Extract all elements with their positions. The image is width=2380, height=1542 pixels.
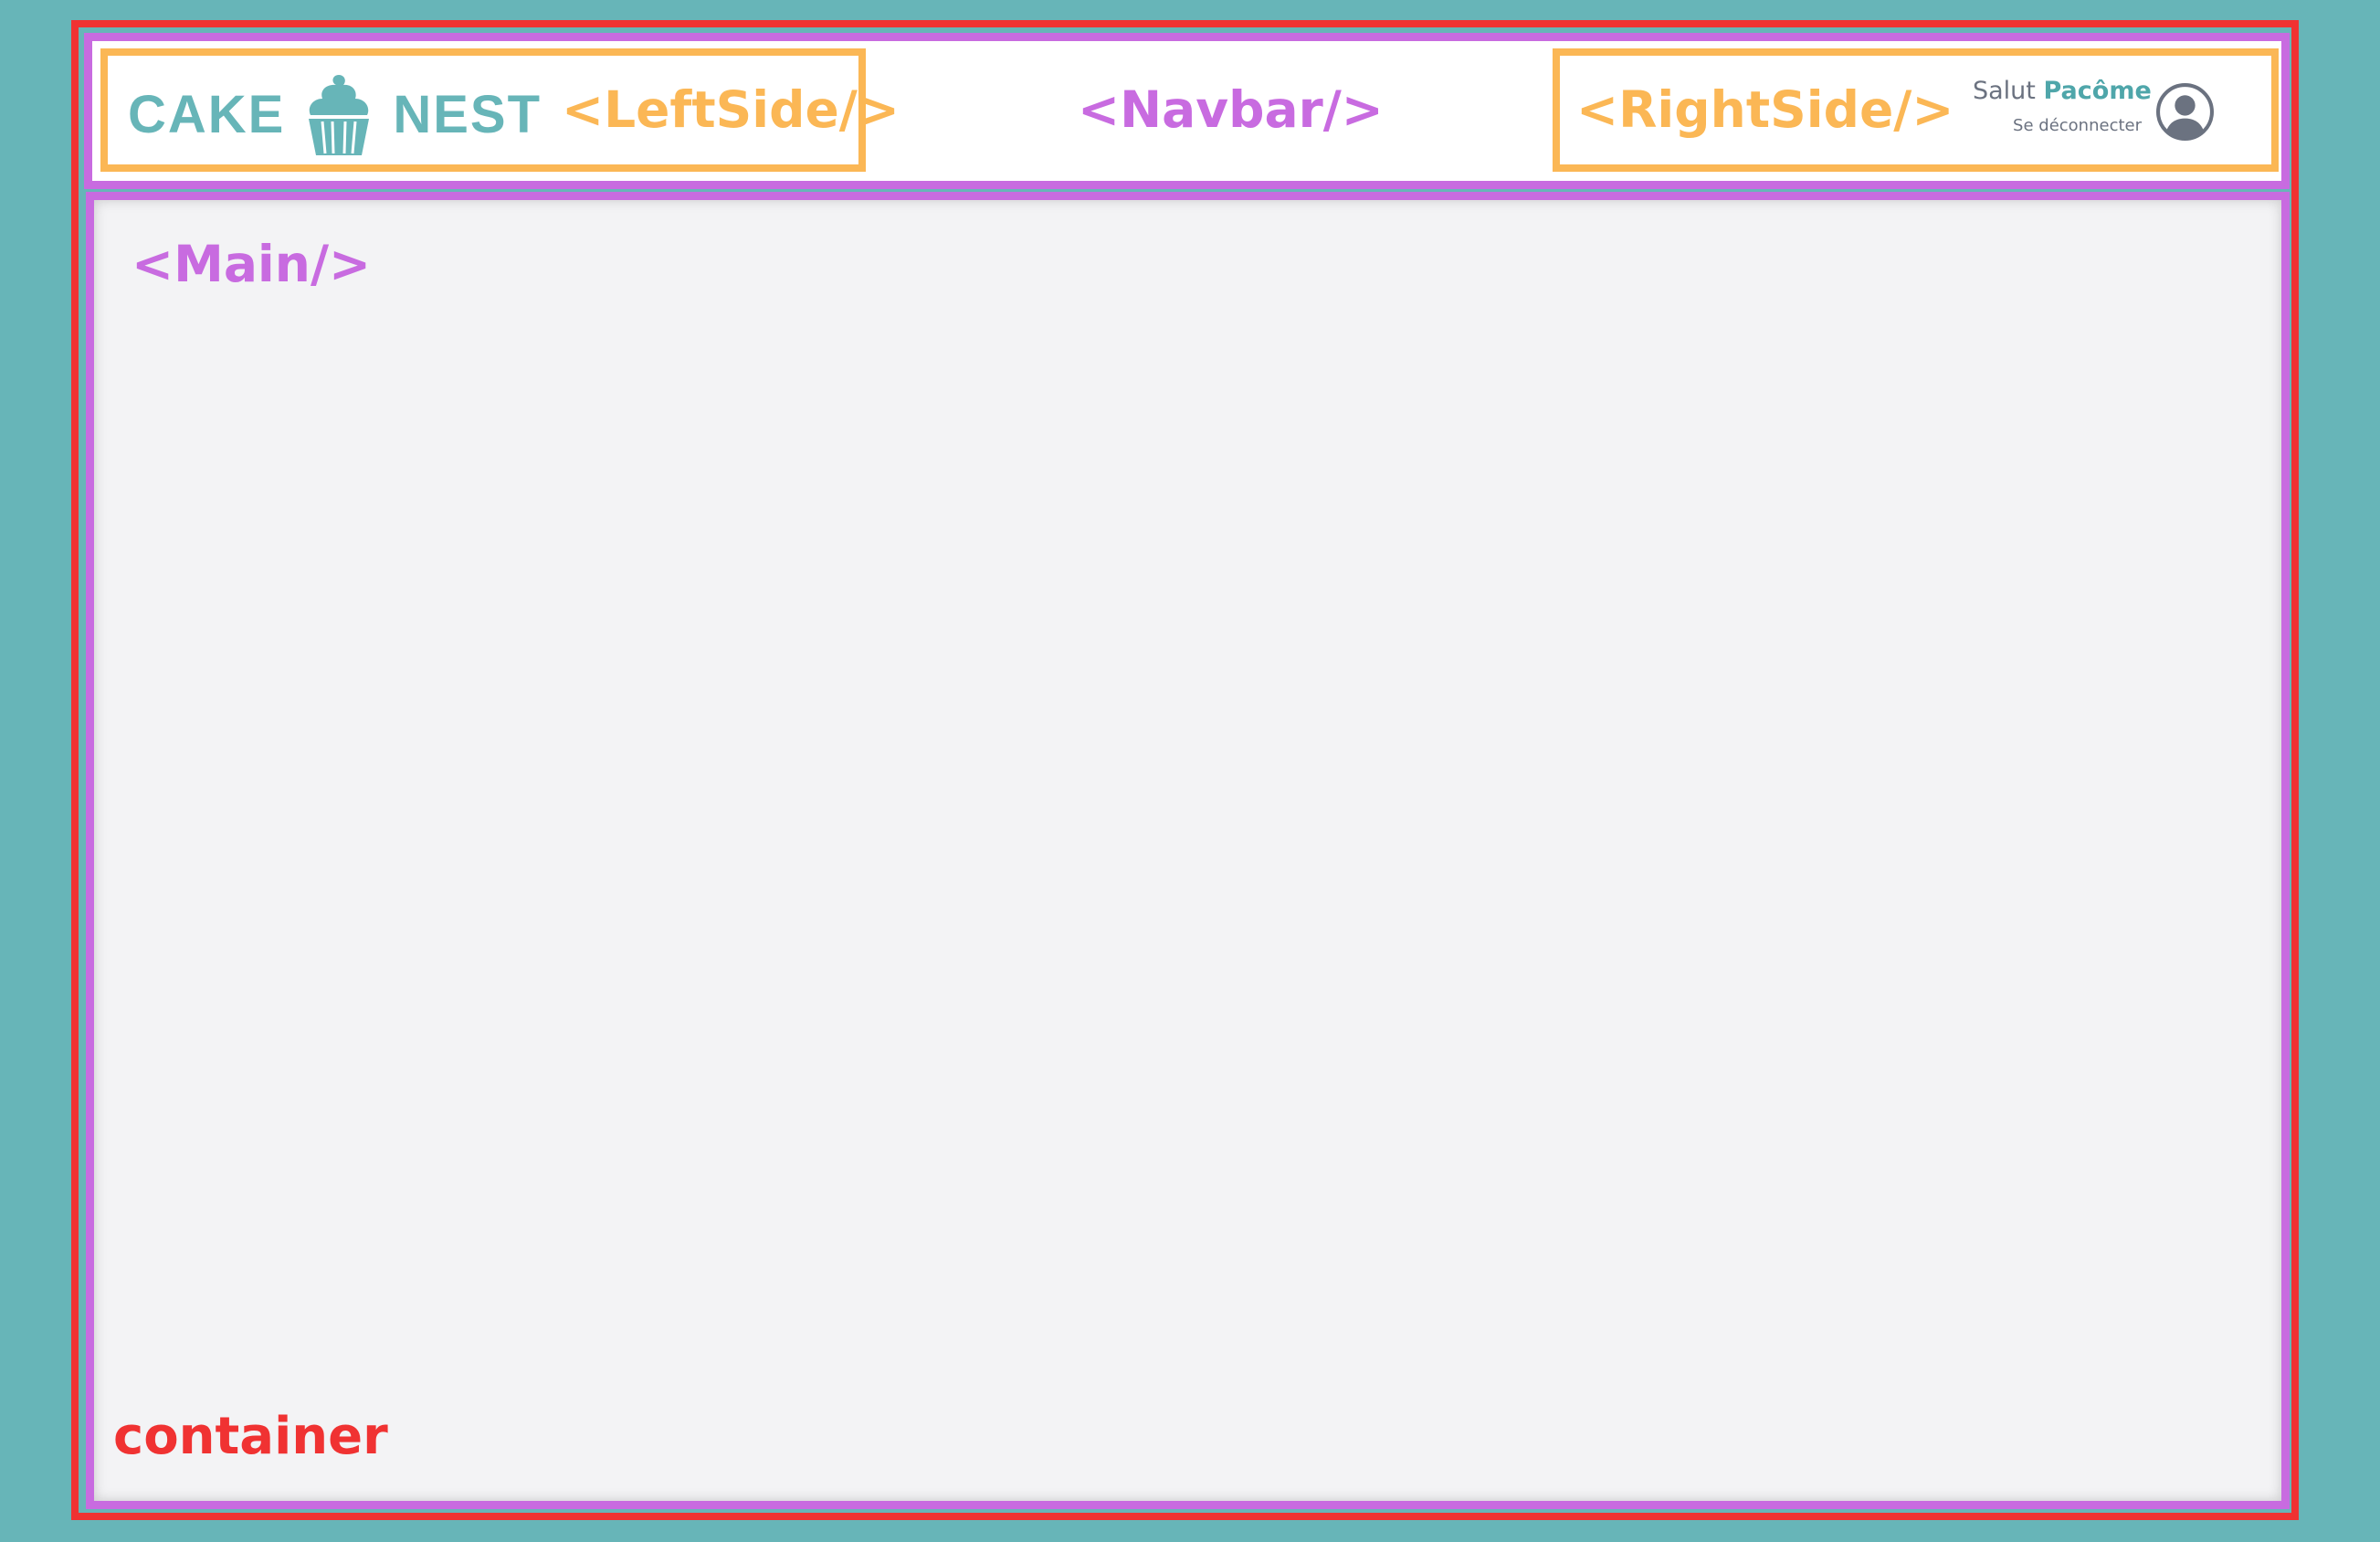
navbar-label: <Navbar/> <box>1078 80 1384 139</box>
user-greeting-area: Salut Pacôme Se déconnecter <box>1973 77 2152 135</box>
container-label: container <box>113 1407 388 1466</box>
greeting-text: Salut Pacôme <box>1973 77 2152 105</box>
logo[interactable]: CAKE NEST <box>128 71 542 158</box>
logo-word-nest: NEST <box>393 85 542 144</box>
greeting-word: Salut <box>1973 77 2036 105</box>
right-side-label: <RightSide/> <box>1576 80 1954 139</box>
cupcake-icon <box>309 75 370 155</box>
user-circle-icon[interactable] <box>2155 82 2215 142</box>
logout-link[interactable]: Se déconnecter <box>1973 116 2142 135</box>
left-side-label: <LeftSide/> <box>562 80 900 139</box>
main-label: <Main/> <box>132 235 372 293</box>
logo-word-cake: CAKE <box>128 85 286 144</box>
user-name: Pacôme <box>2043 77 2152 105</box>
main-outline <box>86 192 2290 1509</box>
